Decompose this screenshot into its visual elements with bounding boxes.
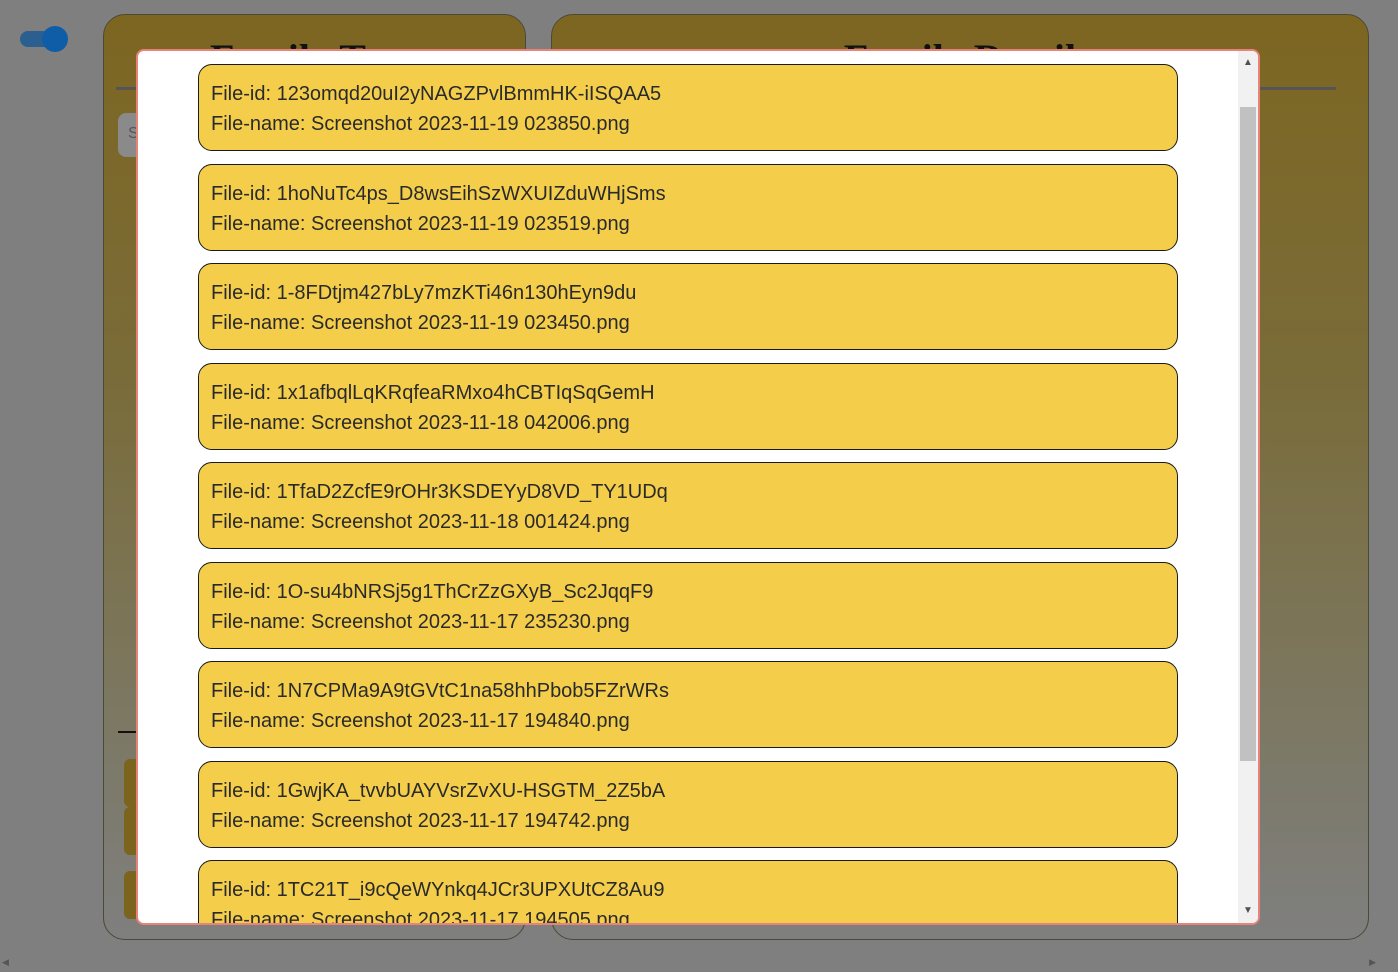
file-id-text: File-id: 1-8FDtjm427bLy7mzKTi46n130hEyn9… bbox=[211, 282, 637, 304]
file-id-text: File-id: 1GwjKA_tvvbUAYVsrZvXU-HSGTM_2Z5… bbox=[211, 779, 666, 802]
file-card[interactable]: File-id: 1TfaD2ZcfE9rOHr3KSDEYyD8VD_TY1U… bbox=[198, 462, 1178, 549]
file-card[interactable]: File-id: 1hoNuTc4ps_D8wsEihSzWXUIZduWHjS… bbox=[198, 163, 1178, 251]
file-name-text: File-name: Screenshot 2023-11-18 042006.… bbox=[211, 411, 630, 434]
file-id-text: File-id: 1O-su4bNRSj5g1ThCrZzGXyB_Sc2Jqq… bbox=[211, 580, 654, 603]
file-id-text: File-id: 1x1afbqlLqKRqfeaRMxo4hCBTIqSqGe… bbox=[211, 381, 655, 404]
file-list-modal: File-id: 123omqd20uI2yNAGZPvlBmmHK-iISQA… bbox=[136, 49, 1260, 925]
toggle-knob bbox=[42, 26, 68, 52]
file-name-text: File-name: Screenshot 2023-11-18 001424.… bbox=[211, 511, 630, 533]
file-name-text: File-name: Screenshot 2023-11-17 194505.… bbox=[211, 909, 630, 925]
scroll-left-icon[interactable]: ◀ bbox=[2, 957, 9, 968]
file-id-text: File-id: 123omqd20uI2yNAGZPvlBmmHK-iISQA… bbox=[211, 83, 662, 105]
scroll-up-icon[interactable]: ▲ bbox=[1238, 53, 1258, 73]
page-horizontal-scrollbar[interactable]: ◀ ▶ bbox=[0, 954, 1398, 972]
file-card[interactable]: File-id: 1O-su4bNRSj5g1ThCrZzGXyB_Sc2Jqq… bbox=[198, 561, 1178, 649]
file-list: File-id: 123omqd20uI2yNAGZPvlBmmHK-iISQA… bbox=[198, 64, 1180, 925]
scroll-down-icon[interactable]: ▼ bbox=[1238, 901, 1258, 921]
file-card[interactable]: File-id: 1GwjKA_tvvbUAYVsrZvXU-HSGTM_2Z5… bbox=[198, 760, 1178, 848]
file-id-text: File-id: 1hoNuTc4ps_D8wsEihSzWXUIZduWHjS… bbox=[211, 182, 666, 205]
file-name-text: File-name: Screenshot 2023-11-17 194840.… bbox=[211, 710, 630, 732]
scroll-right-icon[interactable]: ▶ bbox=[1369, 957, 1376, 968]
file-name-text: File-name: Screenshot 2023-11-19 023519.… bbox=[211, 212, 630, 235]
file-card[interactable]: File-id: 1x1afbqlLqKRqfeaRMxo4hCBTIqSqGe… bbox=[198, 362, 1178, 450]
file-name-text: File-name: Screenshot 2023-11-19 023850.… bbox=[211, 113, 630, 135]
file-name-text: File-name: Screenshot 2023-11-19 023450.… bbox=[211, 312, 630, 334]
file-card[interactable]: File-id: 1N7CPMa9A9tGVtC1na58hhPbob5FZrW… bbox=[198, 661, 1178, 748]
file-card[interactable]: File-id: 123omqd20uI2yNAGZPvlBmmHK-iISQA… bbox=[198, 64, 1178, 151]
theme-toggle[interactable] bbox=[20, 26, 68, 52]
file-id-text: File-id: 1TfaD2ZcfE9rOHr3KSDEYyD8VD_TY1U… bbox=[211, 481, 668, 503]
file-id-text: File-id: 1N7CPMa9A9tGVtC1na58hhPbob5FZrW… bbox=[211, 680, 669, 702]
scroll-thumb[interactable] bbox=[1240, 107, 1256, 761]
file-card[interactable]: File-id: 1TC21T_i9cQeWYnkq4JCr3UPXUtCZ8A… bbox=[198, 860, 1178, 925]
file-name-text: File-name: Screenshot 2023-11-17 194742.… bbox=[211, 809, 630, 832]
file-card[interactable]: File-id: 1-8FDtjm427bLy7mzKTi46n130hEyn9… bbox=[198, 263, 1178, 350]
file-name-text: File-name: Screenshot 2023-11-17 235230.… bbox=[211, 610, 630, 633]
file-id-text: File-id: 1TC21T_i9cQeWYnkq4JCr3UPXUtCZ8A… bbox=[211, 879, 665, 901]
modal-scrollbar[interactable]: ▲ ▼ bbox=[1238, 51, 1258, 923]
